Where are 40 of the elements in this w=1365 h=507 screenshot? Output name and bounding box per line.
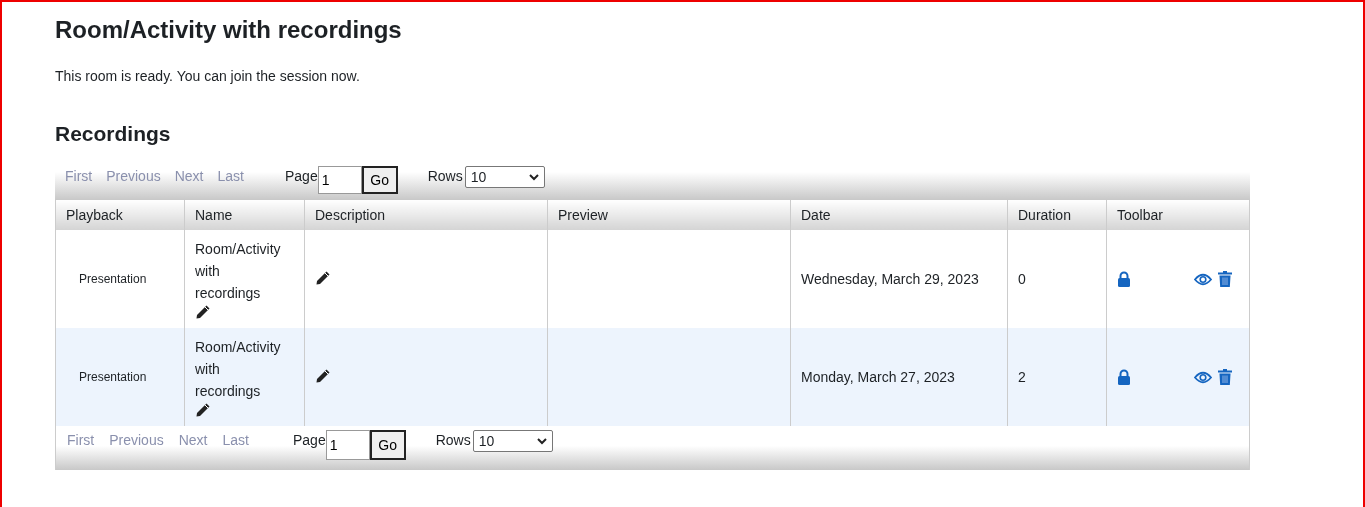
status-message: This room is ready. You can join the session now. — [55, 68, 361, 84]
pencil-icon[interactable] — [315, 269, 331, 286]
date-text: Wednesday, March 29, 2023 — [801, 271, 979, 287]
rows-label: Rows — [427, 167, 463, 184]
go-button[interactable]: Go — [369, 430, 406, 460]
date-text: Monday, March 27, 2023 — [801, 369, 955, 385]
column-header[interactable]: Playback — [55, 200, 185, 230]
eye-icon[interactable] — [1194, 370, 1212, 384]
page-label: Page — [293, 431, 326, 448]
duration-text: 2 — [1018, 369, 1026, 385]
page-input[interactable]: 1 — [325, 430, 370, 460]
eye-icon[interactable] — [1194, 272, 1212, 286]
rows-label: Rows — [435, 431, 471, 448]
column-header[interactable]: Date — [790, 200, 1008, 230]
pencil-icon[interactable] — [195, 402, 211, 418]
column-header[interactable]: Duration — [1007, 200, 1107, 230]
go-button[interactable]: Go — [361, 166, 398, 194]
duration-text: 0 — [1018, 271, 1026, 287]
page-input[interactable]: 1 — [317, 166, 362, 194]
column-header[interactable]: Toolbar — [1106, 200, 1250, 230]
chevron-down-icon — [536, 437, 547, 445]
playback-link[interactable]: Presentation — [79, 370, 147, 384]
column-header[interactable]: Description — [304, 200, 548, 230]
recording-name: Room/Activity with recordings — [195, 338, 282, 401]
column-header[interactable]: Preview — [547, 200, 791, 230]
rows-select[interactable]: 10 — [464, 166, 545, 188]
lock-icon[interactable] — [1117, 369, 1131, 385]
playback-link[interactable]: Presentation — [79, 272, 147, 286]
lock-icon[interactable] — [1117, 271, 1131, 287]
chevron-down-icon — [528, 173, 539, 181]
column-header[interactable]: Name — [184, 200, 305, 230]
recording-name: Room/Activity with recordings — [195, 240, 282, 303]
pencil-icon[interactable] — [195, 304, 211, 320]
trash-icon[interactable] — [1218, 271, 1232, 287]
pencil-icon[interactable] — [315, 367, 331, 384]
page-label: Page — [285, 167, 318, 184]
section-heading: Recordings — [55, 122, 172, 146]
rows-select[interactable]: 10 — [472, 430, 553, 452]
trash-icon[interactable] — [1218, 369, 1232, 385]
page-title: Room/Activity with recordings — [55, 16, 403, 44]
